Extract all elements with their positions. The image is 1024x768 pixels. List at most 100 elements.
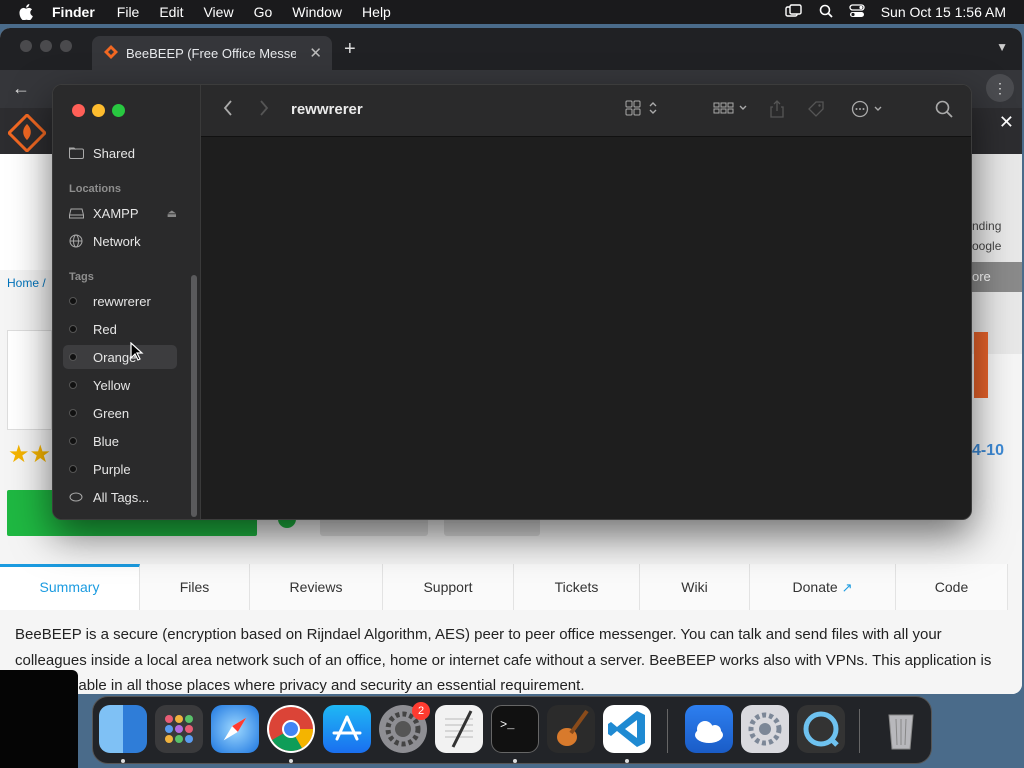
minimize-button[interactable]	[92, 104, 105, 117]
action-menu-icon[interactable]	[851, 100, 887, 123]
ad-badge[interactable]	[974, 332, 988, 398]
zoom-button[interactable]	[112, 104, 125, 117]
folder-title: rewwrerer	[291, 101, 363, 118]
sidebar-item-xampp[interactable]: XAMPP ⏏	[63, 201, 177, 225]
dark-window-fragment	[0, 670, 78, 768]
dock-settings-icon[interactable]	[741, 705, 789, 753]
share-icon[interactable]	[769, 100, 785, 123]
menu-window[interactable]: Window	[292, 4, 342, 20]
finder-window: Shared Locations XAMPP ⏏ Network Tags re…	[52, 84, 972, 520]
sidebar-item-label: Blue	[93, 433, 120, 449]
project-tabs: Summary Files Reviews Support Tickets Wi…	[0, 564, 1008, 610]
new-tab-icon[interactable]: +	[344, 38, 356, 61]
tab-summary[interactable]: Summary	[0, 564, 140, 610]
sidebar-item-label: Green	[93, 405, 130, 421]
external-link-icon: ↗	[841, 580, 853, 595]
dock: >_	[92, 696, 932, 764]
sidebar-item-label: Network	[93, 233, 141, 249]
dock-textedit-icon[interactable]	[435, 705, 483, 753]
sidebar-item-label: rewwrerer	[93, 293, 151, 309]
menu-go[interactable]: Go	[254, 4, 273, 20]
tag-dot-icon	[69, 381, 77, 389]
tab-reviews[interactable]: Reviews	[250, 564, 383, 610]
sidebar-tag-yellow[interactable]: Yellow	[63, 373, 177, 397]
view-grid-icon[interactable]	[625, 100, 659, 121]
browser-tab-title: BeeBEEP (Free Office Messenger)	[126, 45, 296, 61]
dock-launchpad-icon[interactable]	[155, 705, 203, 753]
sidebar-tag-orange[interactable]: Orange	[63, 345, 177, 369]
menu-bar: Finder File Edit View Go Window Help Sun…	[0, 0, 1024, 24]
sidebar-tag-blue[interactable]: Blue	[63, 429, 177, 453]
sidebar-item-all-tags[interactable]: All Tags...	[63, 485, 177, 509]
menu-edit[interactable]: Edit	[159, 4, 183, 20]
forward-chevron-icon[interactable]	[259, 100, 269, 121]
menu-view[interactable]: View	[203, 4, 233, 20]
back-arrow-icon[interactable]: ←	[12, 78, 30, 99]
group-by-icon[interactable]	[713, 100, 749, 121]
dock-app-store-icon[interactable]	[323, 705, 371, 753]
close-icon[interactable]: ✕	[999, 112, 1014, 133]
browser-minimize-button[interactable]	[40, 40, 52, 52]
browser-tab[interactable]: BeeBEEP (Free Office Messenger) ✕	[92, 36, 332, 70]
sidebar-tag-red[interactable]: Red	[63, 317, 177, 341]
tag-icon[interactable]	[807, 100, 825, 123]
dock-quicktime-icon[interactable]	[797, 705, 845, 753]
sidebar-tag-purple[interactable]: Purple	[63, 457, 177, 481]
dock-garageband-icon[interactable]	[547, 705, 595, 753]
menu-app-name[interactable]: Finder	[52, 4, 95, 20]
dock-trash-icon[interactable]	[877, 705, 925, 753]
close-button[interactable]	[72, 104, 85, 117]
drive-icon	[69, 207, 93, 219]
tab-tickets[interactable]: Tickets	[514, 564, 640, 610]
finder-content-area[interactable]	[201, 137, 971, 519]
tag-dot-icon	[69, 297, 77, 305]
svg-text:>_: >_	[500, 718, 515, 732]
tab-close-icon[interactable]: ✕	[309, 44, 322, 62]
dock-terminal-icon[interactable]: >_	[491, 705, 539, 753]
browser-tab-bar: BeeBEEP (Free Office Messenger) ✕ + ▼	[0, 28, 1022, 70]
tab-donate-label: Donate	[792, 579, 838, 595]
menubar-clock[interactable]: Sun Oct 15 1:56 AM	[881, 4, 1006, 20]
search-icon[interactable]	[935, 100, 953, 123]
all-tags-icon	[69, 492, 93, 502]
app-logo-image	[7, 330, 52, 430]
more-button[interactable]: ore	[972, 262, 1022, 292]
tab-wiki[interactable]: Wiki	[640, 564, 750, 610]
menu-file[interactable]: File	[117, 4, 140, 20]
dock-weather-icon[interactable]	[685, 705, 733, 753]
sidebar-item-label: Purple	[93, 461, 131, 477]
tab-files[interactable]: Files	[140, 564, 250, 610]
eject-icon[interactable]: ⏏	[167, 207, 177, 220]
sidebar-item-shared[interactable]: Shared	[63, 141, 177, 165]
promo-text-line: nding	[972, 219, 1002, 233]
menu-help[interactable]: Help	[362, 4, 391, 20]
dock-finder-icon[interactable]	[99, 705, 147, 753]
finder-toolbar: rewwrerer	[201, 85, 971, 137]
tab-list-chevron-icon[interactable]: ▼	[996, 40, 1008, 54]
sidebar-item-label: XAMPP	[93, 205, 139, 221]
sourceforge-logo-icon[interactable]	[6, 112, 48, 154]
tab-donate[interactable]: Donate ↗	[750, 564, 896, 610]
tab-code[interactable]: Code	[896, 564, 1008, 610]
more-menu-icon[interactable]: ⋮	[986, 74, 1014, 102]
control-center-icon[interactable]	[849, 3, 865, 21]
promo-panel	[0, 154, 52, 270]
tab-support[interactable]: Support	[383, 564, 514, 610]
browser-close-button[interactable]	[20, 40, 32, 52]
spotlight-search-icon[interactable]	[819, 4, 833, 21]
back-chevron-icon[interactable]	[223, 100, 233, 121]
dock-vscode-icon[interactable]	[603, 705, 651, 753]
mouse-cursor-icon	[130, 341, 144, 367]
screen-mirroring-icon[interactable]	[785, 3, 803, 21]
dock-safari-icon[interactable]	[211, 705, 259, 753]
tag-dot-icon	[69, 353, 77, 361]
breadcrumb[interactable]: Home /	[7, 276, 46, 290]
sidebar-tag-green[interactable]: Green	[63, 401, 177, 425]
browser-zoom-button[interactable]	[60, 40, 72, 52]
apple-menu-icon[interactable]	[0, 4, 52, 20]
sidebar-item-network[interactable]: Network	[63, 229, 177, 253]
sidebar-scrollbar[interactable]	[191, 275, 197, 517]
tag-dot-icon	[69, 325, 77, 333]
dock-chrome-icon[interactable]	[267, 705, 315, 753]
sidebar-tag-rewwrerer[interactable]: rewwrerer	[63, 289, 177, 313]
